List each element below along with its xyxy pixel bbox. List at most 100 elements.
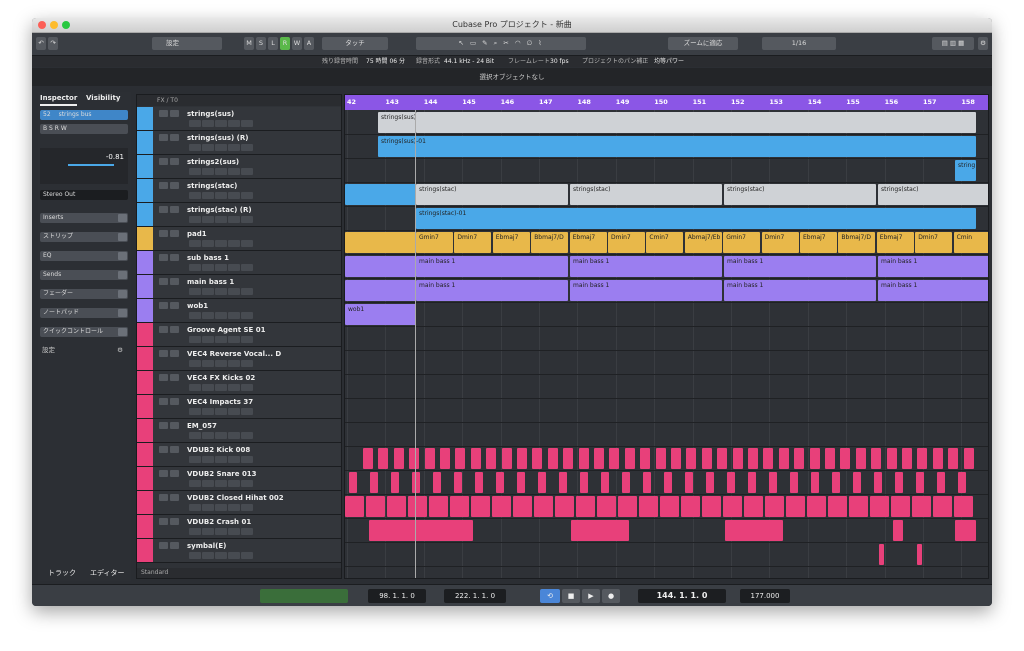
event-clip[interactable] [790, 472, 798, 493]
event-clip[interactable]: strings(stac) [878, 184, 988, 205]
event-clip[interactable] [686, 448, 697, 469]
event-clip[interactable] [363, 448, 373, 469]
event-clip[interactable] [916, 472, 924, 493]
preset-select[interactable]: 設定 [152, 37, 222, 50]
mute-solo-buttons[interactable] [159, 182, 183, 189]
mute-button[interactable] [159, 422, 168, 429]
event-clip[interactable] [455, 448, 466, 469]
mute-solo-buttons[interactable] [159, 374, 183, 381]
output-select[interactable]: Stereo Out [40, 190, 128, 200]
event-clip[interactable] [937, 472, 945, 493]
event-clip[interactable] [345, 280, 416, 301]
event-clip[interactable] [454, 472, 462, 493]
event-clip[interactable] [664, 472, 672, 493]
event-clip[interactable] [893, 520, 903, 541]
track-row[interactable]: VDUB2 Closed Hihat 002 [137, 491, 341, 515]
event-clip[interactable] [345, 232, 416, 253]
event-clip[interactable] [412, 472, 420, 493]
event-clip[interactable] [769, 472, 777, 493]
track-row[interactable]: strings2(sus) [137, 155, 341, 179]
track-row[interactable]: main bass 1 [137, 275, 341, 299]
mute-solo-buttons[interactable] [159, 230, 183, 237]
track-lane[interactable]: strings(sus) [345, 111, 988, 135]
track-row[interactable]: strings(stac) (R) [137, 203, 341, 227]
event-clip[interactable]: Bbmaj7/D [838, 232, 876, 253]
tab-track[interactable]: トラック [48, 568, 76, 578]
event-clip[interactable] [871, 448, 882, 469]
event-clip[interactable] [486, 448, 497, 469]
section-inserts[interactable]: Inserts [40, 213, 128, 223]
mute-button[interactable] [159, 326, 168, 333]
event-clip[interactable] [369, 520, 473, 541]
track-controls[interactable] [189, 408, 279, 415]
track-controls[interactable] [189, 384, 279, 391]
event-clip[interactable] [559, 472, 567, 493]
event-clip[interactable]: Gmin7 [416, 232, 453, 253]
event-clip[interactable] [532, 448, 543, 469]
track-controls[interactable] [189, 360, 279, 367]
event-clip[interactable] [811, 472, 819, 493]
track-lane[interactable]: main bass 1 main bass 1 main bass 1 main ba… [345, 255, 988, 279]
solo-button[interactable] [170, 422, 179, 429]
tab-visibility[interactable]: Visibility [86, 92, 120, 104]
volume-fader[interactable] [68, 164, 114, 166]
event-clip[interactable] [609, 448, 620, 469]
track-controls[interactable] [189, 552, 279, 559]
event-clip[interactable] [807, 496, 826, 517]
track-row[interactable]: symbal(E) [137, 539, 341, 563]
mute-solo-buttons[interactable] [159, 518, 183, 525]
event-clip[interactable] [954, 496, 973, 517]
event-clip[interactable] [624, 448, 635, 469]
section-sends[interactable]: Sends [40, 270, 128, 280]
track-row[interactable]: pad1 [137, 227, 341, 251]
event-clip[interactable] [555, 496, 574, 517]
event-clip[interactable]: main bass 1 [724, 256, 876, 277]
event-clip[interactable] [424, 448, 435, 469]
solo-button[interactable] [170, 134, 179, 141]
event-clip[interactable] [597, 496, 616, 517]
event-clip[interactable] [571, 520, 629, 541]
redo-icon[interactable]: ↷ [48, 37, 58, 50]
event-clip[interactable]: Ebmaj7 [492, 232, 530, 253]
mute-solo-buttons[interactable] [159, 158, 183, 165]
track-row[interactable]: strings(stac) [137, 179, 341, 203]
track-row[interactable]: VDUB2 Kick 008 [137, 443, 341, 467]
track-row[interactable]: VEC4 Impacts 37 [137, 395, 341, 419]
event-clip[interactable] [744, 496, 763, 517]
solo-button[interactable] [170, 446, 179, 453]
event-clip[interactable] [639, 496, 658, 517]
event-clip[interactable] [955, 520, 976, 541]
event-clip[interactable] [725, 520, 783, 541]
mode-s-button[interactable]: S [256, 37, 266, 50]
event-clip[interactable] [391, 472, 399, 493]
mute-solo-buttons[interactable] [159, 326, 183, 333]
mute-solo-buttons[interactable] [159, 398, 183, 405]
track-row[interactable]: VDUB2 Crash 01 [137, 515, 341, 539]
track-row[interactable]: strings(sus) [137, 107, 341, 131]
mute-button[interactable] [159, 182, 168, 189]
event-clip[interactable] [345, 256, 416, 277]
event-clip[interactable] [513, 496, 532, 517]
track-lane[interactable] [345, 471, 988, 495]
track-row[interactable]: strings(sus) (R) [137, 131, 341, 155]
event-clip[interactable] [538, 472, 546, 493]
section-fader[interactable]: フェーダー [40, 289, 128, 299]
mute-solo-buttons[interactable] [159, 422, 183, 429]
event-clip[interactable] [855, 448, 866, 469]
event-clip[interactable] [685, 472, 693, 493]
event-clip[interactable] [727, 472, 735, 493]
mute-button[interactable] [159, 398, 168, 405]
event-clip[interactable] [825, 448, 835, 469]
event-clip[interactable] [393, 448, 404, 469]
mute-solo-buttons[interactable] [159, 494, 183, 501]
event-clip[interactable]: strings(stac) [416, 184, 568, 205]
event-clip[interactable] [345, 496, 364, 517]
event-clip[interactable] [655, 448, 666, 469]
track-lane[interactable]: strings(stac) strings(stac) strings(stac) s… [345, 183, 988, 207]
track-controls[interactable] [189, 168, 279, 175]
event-clip[interactable] [706, 472, 714, 493]
event-clip[interactable]: strings(stac) [724, 184, 876, 205]
event-clip[interactable]: strings(sus)-01 [378, 136, 976, 157]
mute-button[interactable] [159, 206, 168, 213]
mute-button[interactable] [159, 134, 168, 141]
